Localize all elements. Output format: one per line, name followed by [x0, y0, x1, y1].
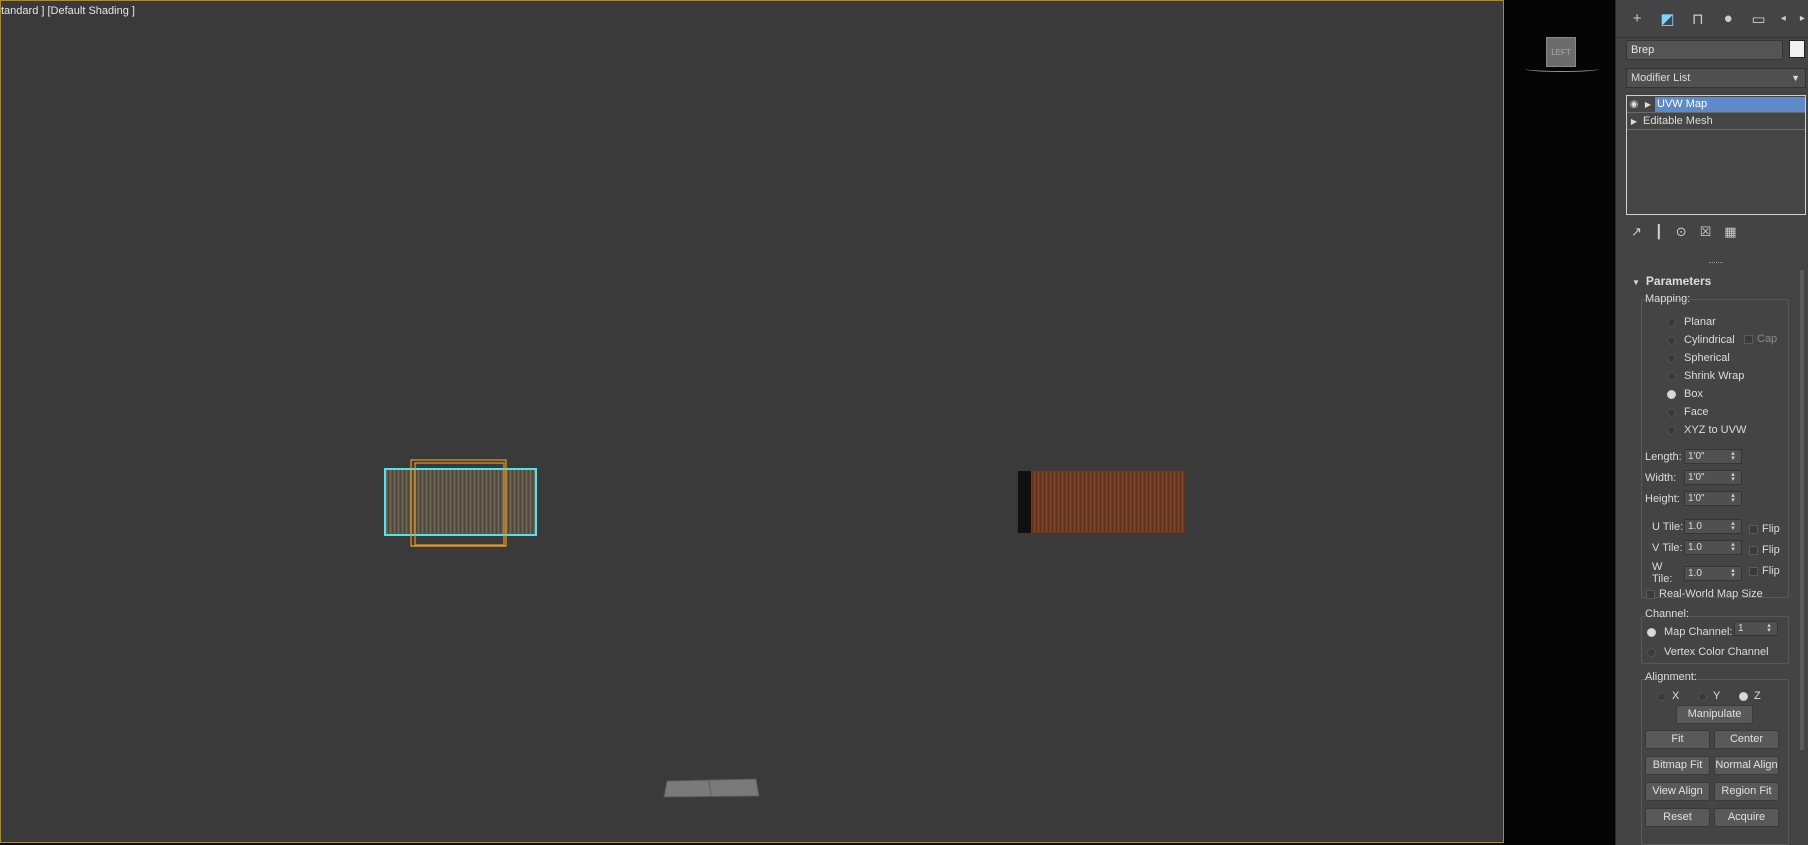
stack-item-label: UVW Map: [1655, 96, 1805, 112]
v-tile-spinner[interactable]: 1.0: [1684, 540, 1742, 555]
radio-map-channel[interactable]: Map Channel:: [1647, 626, 1733, 638]
configure-sets-icon[interactable]: ▦: [1724, 224, 1736, 240]
normal-align-button[interactable]: Normal Align: [1714, 756, 1779, 775]
chevron-down-icon: ▼: [1791, 73, 1800, 83]
radio-align-z[interactable]: Z: [1739, 690, 1761, 702]
w-tile-row: W Tile: 1.0: [1652, 561, 1742, 585]
flat-plank-object[interactable]: [663, 778, 760, 798]
make-unique-icon[interactable]: ⊙: [1676, 224, 1687, 240]
radio-align-x[interactable]: X: [1657, 690, 1679, 702]
radio-cylindrical[interactable]: Cylindrical: [1667, 334, 1735, 346]
length-row: Length: 1'0": [1645, 449, 1742, 464]
remove-modifier-icon[interactable]: ☒: [1700, 224, 1712, 240]
modify-tab-icon[interactable]: ◩: [1656, 7, 1678, 31]
radio-align-y[interactable]: Y: [1698, 690, 1720, 702]
v-flip-checkbox[interactable]: Flip: [1749, 544, 1780, 556]
wood-box-object[interactable]: [1018, 471, 1185, 533]
create-tab-icon[interactable]: +: [1626, 7, 1648, 31]
object-color-swatch[interactable]: [1789, 40, 1805, 58]
viewport-black-area: [1504, 0, 1615, 845]
viewport[interactable]: tandard ] [Default Shading ]: [0, 0, 1504, 843]
view-align-button[interactable]: View Align: [1645, 782, 1710, 801]
rollout-title: Parameters: [1645, 274, 1712, 288]
radio-shrink-wrap[interactable]: Shrink Wrap: [1667, 370, 1744, 382]
u-tile-spinner[interactable]: 1.0: [1684, 519, 1742, 534]
length-label: Length:: [1645, 450, 1682, 463]
region-fit-button[interactable]: Region Fit: [1714, 782, 1779, 801]
u-tile-label: U Tile:: [1652, 520, 1684, 533]
manipulate-button[interactable]: Manipulate: [1676, 705, 1753, 724]
selected-box-object[interactable]: [384, 468, 537, 536]
display-tab-icon[interactable]: ▭: [1747, 7, 1769, 31]
w-tile-spinner[interactable]: 1.0: [1684, 565, 1742, 581]
width-row: Width: 1'0": [1645, 470, 1742, 485]
u-tile-row: U Tile: 1.0: [1652, 519, 1742, 534]
viewcube-ring[interactable]: [1525, 66, 1599, 72]
object-name-row: Brep: [1626, 40, 1805, 60]
radio-face[interactable]: Face: [1667, 406, 1708, 418]
command-panel-tabs: + ◩ ⊓ ● ▭ ◂ ▸: [1616, 0, 1808, 38]
mapping-label: Mapping:: [1645, 293, 1691, 305]
w-flip-checkbox[interactable]: Flip: [1749, 565, 1780, 577]
stack-toolbar: ↗ ┃ ⊙ ☒ ▦: [1631, 224, 1737, 240]
eye-icon[interactable]: ◉: [1627, 99, 1641, 110]
parameters-rollout-header[interactable]: ▼ Parameters: [1632, 272, 1808, 290]
map-channel-spinner[interactable]: 1: [1734, 621, 1778, 636]
stack-item-editable-mesh[interactable]: ▶ Editable Mesh: [1627, 113, 1805, 130]
length-spinner[interactable]: 1'0": [1684, 449, 1742, 464]
motion-tab-icon[interactable]: ●: [1717, 7, 1739, 31]
width-label: Width:: [1645, 471, 1677, 484]
show-end-result-icon[interactable]: ┃: [1655, 224, 1663, 240]
radio-xyz-to-uvw[interactable]: XYZ to UVW: [1667, 424, 1746, 436]
width-spinner[interactable]: 1'0": [1684, 470, 1742, 485]
modifier-list-label: Modifier List: [1631, 72, 1691, 84]
height-row: Height: 1'0": [1645, 491, 1742, 506]
acquire-button[interactable]: Acquire: [1714, 808, 1779, 827]
real-world-map-size-checkbox[interactable]: Real-World Map Size: [1646, 588, 1763, 600]
scroll-right-icon[interactable]: ▸: [1797, 7, 1808, 31]
expand-triangle-icon[interactable]: ▶: [1627, 117, 1641, 126]
panel-scrollbar[interactable]: [1800, 270, 1804, 750]
center-button[interactable]: Center: [1714, 730, 1779, 749]
modifier-stack[interactable]: ◉ ▶ UVW Map ▶ Editable Mesh: [1626, 95, 1806, 215]
w-tile-label: W Tile:: [1652, 561, 1673, 585]
height-label: Height:: [1645, 492, 1680, 505]
panel-grip[interactable]: [1709, 262, 1723, 264]
stack-item-uvw-map[interactable]: ◉ ▶ UVW Map: [1627, 96, 1805, 113]
radio-spherical[interactable]: Spherical: [1667, 352, 1730, 364]
v-tile-row: V Tile: 1.0: [1652, 540, 1742, 555]
reset-button[interactable]: Reset: [1645, 808, 1710, 827]
utilities-tab-icon[interactable]: ◂: [1778, 7, 1789, 31]
channel-label: Channel:: [1645, 608, 1690, 620]
u-flip-checkbox[interactable]: Flip: [1749, 523, 1780, 535]
object-name-input[interactable]: Brep: [1626, 40, 1783, 60]
radio-box[interactable]: Box: [1667, 388, 1703, 400]
viewcube[interactable]: LEFT: [1546, 37, 1576, 67]
collapse-triangle-icon[interactable]: ▼: [1632, 278, 1640, 287]
scene-objects[interactable]: [1, 1, 1504, 843]
bitmap-fit-button[interactable]: Bitmap Fit: [1645, 756, 1710, 775]
fit-button[interactable]: Fit: [1645, 730, 1710, 749]
radio-planar[interactable]: Planar: [1667, 316, 1716, 328]
cap-checkbox[interactable]: Cap: [1744, 333, 1777, 345]
height-spinner[interactable]: 1'0": [1684, 491, 1742, 506]
hierarchy-tab-icon[interactable]: ⊓: [1687, 7, 1709, 31]
stack-item-label: Editable Mesh: [1643, 115, 1713, 127]
radio-vertex-color-channel[interactable]: Vertex Color Channel: [1647, 646, 1769, 658]
pin-stack-icon[interactable]: ↗: [1631, 224, 1642, 240]
modifier-list-dropdown[interactable]: Modifier List ▼: [1626, 68, 1806, 88]
v-tile-label: V Tile:: [1652, 541, 1683, 554]
expand-triangle-icon[interactable]: ▶: [1641, 100, 1655, 109]
alignment-label: Alignment:: [1645, 671, 1697, 683]
